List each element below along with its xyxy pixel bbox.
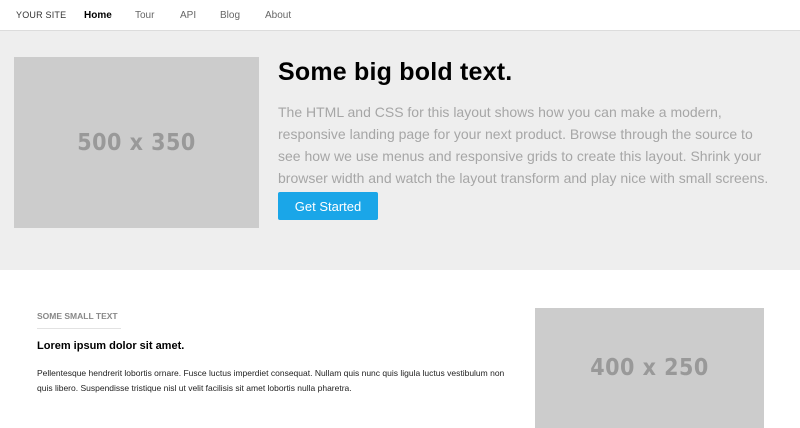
- hero-title: Some big bold text.: [278, 58, 513, 86]
- nav-link-about[interactable]: About: [265, 10, 291, 21]
- nav-link-home[interactable]: Home: [84, 10, 112, 21]
- hero-description: The HTML and CSS for this layout shows h…: [278, 104, 769, 186]
- section-body-text: Pellentesque hendrerit lobortis ornare. …: [37, 368, 505, 393]
- nav-link-blog[interactable]: Blog: [220, 10, 240, 21]
- section-heading: Lorem ipsum dolor sit amet.: [37, 340, 185, 352]
- nav-link-api[interactable]: API: [180, 10, 196, 21]
- nav-link-tour[interactable]: Tour: [135, 10, 154, 21]
- hero-image-placeholder: 500 x 350: [14, 57, 259, 228]
- get-started-button[interactable]: Get Started: [278, 192, 378, 220]
- site-brand[interactable]: YOUR SITE: [16, 10, 66, 20]
- content-image-placeholder: 400 x 250: [535, 308, 764, 428]
- top-navigation-bar: YOUR SITE Home Tour API Blog About: [0, 0, 800, 31]
- section-eyebrow: SOME SMALL TEXT: [37, 311, 121, 329]
